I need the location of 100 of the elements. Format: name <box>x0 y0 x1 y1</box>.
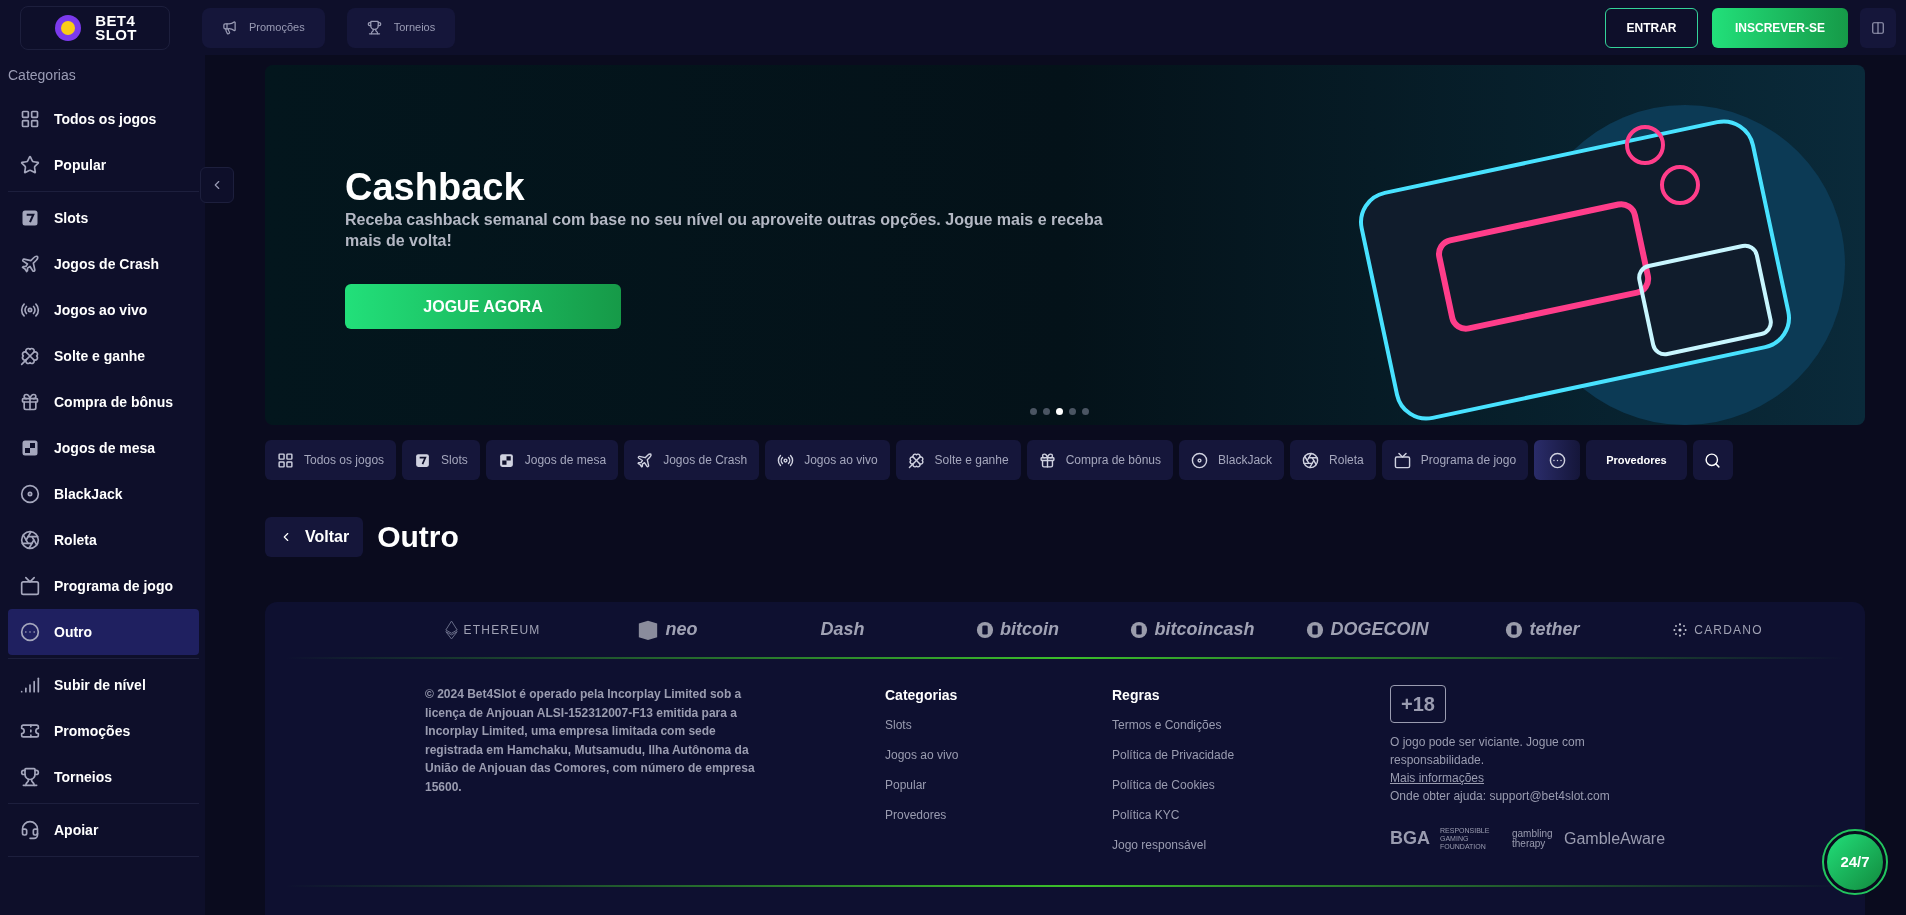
sidebar-item[interactable]: Apoiar <box>8 807 199 853</box>
footer-column-title: Regras <box>1112 686 1161 705</box>
chip-icon <box>1191 451 1209 469</box>
sidebar-item[interactable]: Roleta <box>8 517 199 563</box>
sidebar-item[interactable]: Todos os jogos <box>8 96 199 142</box>
category-tab[interactable]: Jogos de mesa <box>485 440 619 480</box>
sidebar-item[interactable]: Promoções <box>8 708 199 754</box>
more-icon <box>1548 451 1566 469</box>
footer-link[interactable]: Provedores <box>885 805 1112 835</box>
gift-icon <box>1038 451 1056 469</box>
tv-icon <box>20 576 40 596</box>
sidebar-item[interactable]: Jogos de mesa <box>8 425 199 471</box>
footer-link[interactable]: Popular <box>885 775 1112 805</box>
seven-square-icon <box>20 208 40 228</box>
login-button[interactable]: ENTRAR <box>1605 7 1698 48</box>
organization-logo-text: gambling therapy <box>1512 828 1554 849</box>
category-tab[interactable]: Compra de bônus <box>1026 440 1174 480</box>
tv-icon <box>1393 451 1411 469</box>
ticket-icon <box>20 721 40 741</box>
sidebar-item[interactable]: Jogos ao vivo <box>8 287 199 333</box>
search-button[interactable] <box>1692 440 1733 480</box>
sidebar-item[interactable]: Compra de bônus <box>8 379 199 425</box>
category-tab[interactable]: BlackJack <box>1179 440 1285 480</box>
footer-link[interactable]: Política KYC <box>1112 805 1390 835</box>
footer-link[interactable]: Política de Privacidade <box>1112 745 1390 775</box>
star-icon <box>20 155 40 175</box>
nav-button[interactable]: Promoções <box>202 7 325 48</box>
seven-square-icon <box>414 451 432 469</box>
category-tab[interactable] <box>1534 440 1581 480</box>
crypto-logo-text: bitcoin <box>1000 618 1059 641</box>
category-tab[interactable]: Solte e ganhe <box>895 440 1021 480</box>
footer-link[interactable]: Jogos ao vivo <box>885 745 1112 775</box>
crypto-logo-text: CARDANO <box>1694 621 1763 639</box>
grid-icon <box>20 109 40 129</box>
footer-link[interactable]: Termos e Condições <box>1112 715 1390 745</box>
broadcast-icon <box>20 300 40 320</box>
logo[interactable]: BET4 SLOT <box>20 5 170 50</box>
help-text: Onde obter ajuda: support@bet4slot.com <box>1390 788 1611 805</box>
category-tab[interactable]: Jogos de Crash <box>624 440 760 480</box>
back-button[interactable]: Voltar <box>265 516 364 557</box>
coin-icon <box>1130 620 1149 639</box>
more-icon <box>20 622 40 642</box>
dotted-star-icon <box>1672 621 1689 638</box>
category-tab[interactable]: Todos os jogos <box>265 440 397 480</box>
legal-text: © 2024 Bet4Slot é operado pela Incorplay Limited sob a licença de Anjouan ALSI-152312007-F13 emitida para a Incorplay Limited, uma empresa limitada com sede registrada em Hamchaku, Mutsamudu, Ilha Autônoma da União de Anjouan das Comores, com número de empresa 15600. <box>425 686 755 796</box>
grid-icon <box>277 451 294 469</box>
crypto-logo-text: bitcoincash <box>1154 618 1255 641</box>
coin-icon <box>1505 620 1524 639</box>
clover-icon <box>20 346 40 366</box>
plane-icon <box>636 451 654 469</box>
sidebar-item[interactable]: BlackJack <box>8 471 199 517</box>
category-tab[interactable]: Jogos ao vivo <box>765 440 890 480</box>
logo-text: SLOT <box>95 27 137 42</box>
clover-icon <box>907 451 925 469</box>
sidebar-item[interactable]: Popular <box>8 142 199 188</box>
megaphone-icon <box>222 20 237 35</box>
gift-icon <box>20 392 40 412</box>
footer-link[interactable]: Jogo responsável <box>1112 835 1390 865</box>
footer-column-title: Categorias <box>885 686 959 705</box>
organization-logo-text: BGA <box>1390 827 1430 850</box>
crypto-logo-text: Dash <box>820 618 865 641</box>
headset-icon <box>20 820 40 840</box>
trophy-icon <box>20 767 40 787</box>
crypto-logo-text: neo <box>665 618 698 641</box>
sidebar-item[interactable]: Solte e ganhe <box>8 333 199 379</box>
more-info-link[interactable]: Mais informações <box>1390 769 1690 787</box>
sidebar-item[interactable]: Outro <box>8 609 199 655</box>
crypto-logo-text: ETHEREUM <box>463 621 541 639</box>
sidebar-title: Categorias <box>8 66 77 85</box>
nav-button[interactable]: Torneios <box>346 7 456 48</box>
organization-logo-text: GambleAware <box>1564 828 1666 849</box>
crypto-logo-text: tether <box>1529 618 1580 641</box>
footer-link[interactable]: Slots <box>885 715 1112 745</box>
banner-text: Receba cashback semanal com base no seu nível ou aproveite outras opções. Jogue mais e receba mais de volta! <box>345 210 1104 251</box>
roulette-icon <box>1302 451 1320 469</box>
sidebar-item[interactable]: Subir de nível <box>8 662 199 708</box>
coin-icon <box>1306 620 1325 639</box>
search-icon <box>1704 451 1722 469</box>
panel-toggle-button[interactable] <box>1860 7 1896 48</box>
providers-button[interactable]: Provedores <box>1586 440 1687 480</box>
category-tab[interactable]: Programa de jogo <box>1381 440 1529 480</box>
sidebar-item[interactable]: Torneios <box>8 754 199 800</box>
cube-icon <box>637 618 660 641</box>
section-title: Outro <box>377 519 459 555</box>
category-tab[interactable]: Roleta <box>1290 440 1376 480</box>
crypto-logo-text: DOGECOIN <box>1330 618 1429 641</box>
checkerboard-icon <box>20 438 40 458</box>
chip-icon <box>20 484 40 504</box>
coin-icon <box>976 620 994 639</box>
checkerboard-icon <box>497 451 515 469</box>
sidebar-item[interactable]: Programa de jogo <box>8 563 199 609</box>
warning-text: O jogo pode ser viciante. Jogue com responsabilidade. <box>1390 734 1586 769</box>
footer-link[interactable]: Política de Cookies <box>1112 775 1390 805</box>
logo-text: BET4 <box>95 13 137 28</box>
sidebar-item[interactable]: Jogos de Crash <box>8 241 199 287</box>
roulette-icon <box>20 530 40 550</box>
category-tab[interactable]: Slots <box>402 440 480 480</box>
sidebar-item[interactable]: Slots <box>8 195 199 241</box>
plane-icon <box>20 254 40 274</box>
trophy-icon <box>366 20 382 35</box>
